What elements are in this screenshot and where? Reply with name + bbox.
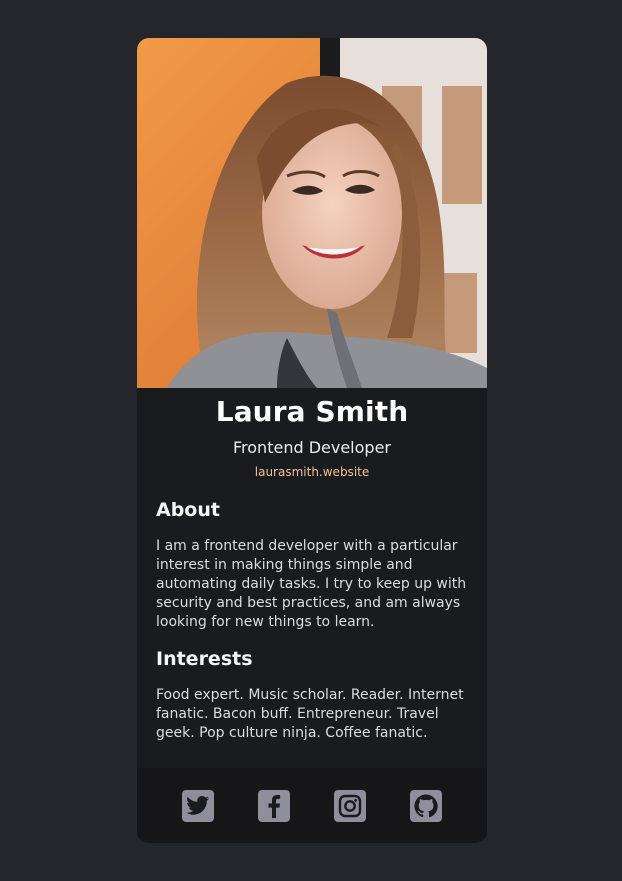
interests-heading: Interests (156, 648, 253, 670)
interests-text: Food expert. Music scholar. Reader. Inte… (156, 687, 464, 741)
about-text: I am a frontend developer with a particu… (156, 538, 467, 630)
profile-role: Frontend Developer (233, 438, 391, 457)
twitter-icon[interactable] (182, 789, 214, 822)
profile-card: Laura Smith Frontend Developer laurasmit… (137, 38, 487, 843)
profile-content: Laura Smith Frontend Developer laurasmit… (137, 396, 487, 743)
github-icon[interactable] (410, 789, 442, 822)
profile-name: Laura Smith (215, 395, 409, 428)
about-heading: About (156, 499, 220, 521)
website-link[interactable]: laurasmith.website (156, 464, 468, 480)
instagram-icon[interactable] (334, 789, 366, 822)
facebook-icon[interactable] (258, 789, 290, 822)
social-footer (137, 768, 487, 843)
profile-photo (137, 38, 487, 388)
